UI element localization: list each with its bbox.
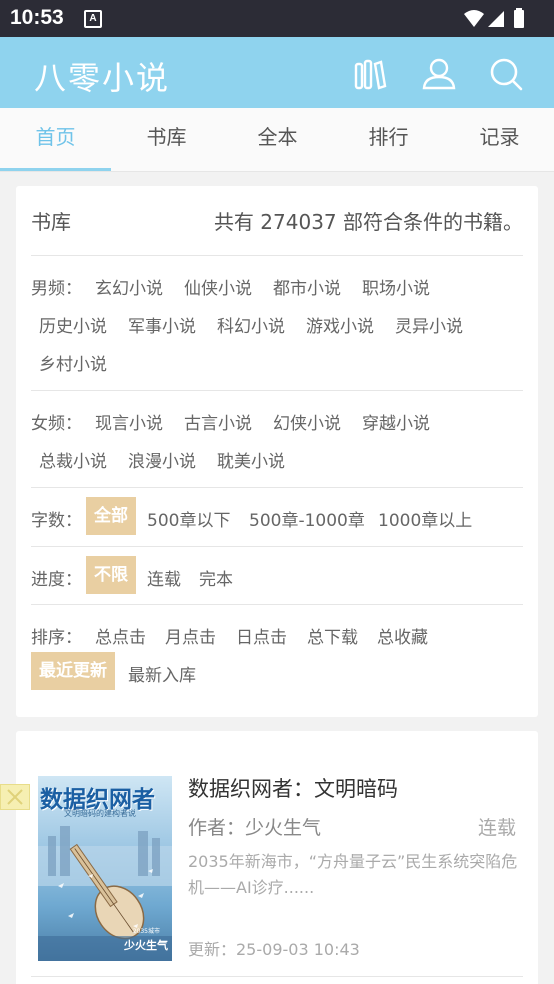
floating-close-icon[interactable] [0,784,30,810]
genre-option[interactable]: 耽美小说 [217,447,285,472]
genre-option[interactable]: 玄幻小说 [95,274,163,299]
sort-option[interactable]: 月点击 [165,623,216,648]
tab-home[interactable]: 首页 [0,108,111,171]
divider [31,255,523,256]
search-icon[interactable] [488,56,524,92]
book-updated: 更新：25-09-03 10:43 [188,940,360,959]
progress-option[interactable]: 连载 [147,565,181,590]
word-count-label: 字数： [31,511,82,531]
sort-option[interactable]: 总下载 [307,623,358,648]
genre-option[interactable]: 浪漫小说 [128,447,196,472]
divider [31,390,523,391]
tab-ranking[interactable]: 排行 [333,108,444,171]
app-logo: 八零小说 [34,59,171,97]
book-status: 连载 [477,817,516,839]
notification-icon: A [84,10,102,28]
status-time: 10:53 [10,6,64,29]
divider [31,546,523,547]
library-count: 共有 274037 部符合条件的书籍。 [213,210,523,234]
female-genre-label: 女频： [31,414,82,434]
sort-option[interactable]: 总收藏 [377,623,428,648]
genre-option[interactable]: 历史小说 [39,312,107,337]
sort-option-selected[interactable]: 最近更新 [31,652,115,690]
signal-icon [488,11,504,27]
male-genre-label: 男频： [31,279,82,299]
cover-author: 少火生气 [124,939,168,952]
progress-label: 进度： [31,570,82,590]
tab-complete[interactable]: 全本 [222,108,333,171]
genre-option[interactable]: 古言小说 [184,409,252,434]
book-cover[interactable]: 数据织网者 文明暗码的建构者说 2035城市 少火生气 [38,776,172,961]
user-icon[interactable] [421,56,457,92]
system-status-icons [464,8,524,28]
divider [31,487,523,488]
battery-icon [514,10,524,28]
genre-option[interactable]: 乡村小说 [39,350,107,375]
progress-option-selected[interactable]: 不限 [86,556,136,594]
word-count-option[interactable]: 1000章以上 [378,506,472,531]
book-description: 2035年新海市，“方舟量子云”民生系统突陷危机——AI诊疗...... [188,852,518,897]
app-header: 八零小说 [0,37,554,108]
genre-option[interactable]: 都市小说 [273,274,341,299]
sort-option[interactable]: 日点击 [236,623,287,648]
genre-option[interactable]: 穿越小说 [362,409,430,434]
library-title: 书库 [31,210,71,234]
sort-option[interactable]: 总点击 [95,623,146,648]
genre-option[interactable]: 职场小说 [362,274,430,299]
library-header: 书库 共有 274037 部符合条件的书籍。 [31,206,523,242]
word-count-option[interactable]: 500章以下 [147,506,230,531]
bookshelf-icon[interactable] [352,56,388,92]
book-list-card: 数据织网者 文明暗码的建构者说 2035城市 少火生气 数据织网者：文明暗码 作… [16,731,538,984]
sort-label: 排序： [31,628,82,648]
genre-option[interactable]: 仙侠小说 [184,274,252,299]
book-author: 作者：少火生气 [188,817,322,839]
tab-library[interactable]: 书库 [111,108,222,171]
progress-option[interactable]: 完本 [199,565,233,590]
genre-option[interactable]: 总裁小说 [39,447,107,472]
sort-option[interactable]: 最新入库 [128,661,196,686]
library-filter-card: 书库 共有 274037 部符合条件的书籍。 男频： 玄幻小说 仙侠小说 都市小… [16,186,538,717]
word-count-option[interactable]: 500章-1000章 [249,506,365,531]
book-title[interactable]: 数据织网者：文明暗码 [188,773,398,803]
word-count-option-selected[interactable]: 全部 [86,497,136,535]
status-bar: 10:53 A [0,0,554,37]
cover-year: 2035城市 [132,928,160,935]
cover-subtitle: 文明暗码的建构者说 [64,809,136,818]
wifi-icon [464,10,484,27]
genre-option[interactable]: 军事小说 [128,312,196,337]
divider [31,976,523,977]
genre-option[interactable]: 游戏小说 [306,312,374,337]
main-tabs: 首页 书库 全本 排行 记录 [0,108,554,172]
genre-option[interactable]: 灵异小说 [395,312,463,337]
tab-history[interactable]: 记录 [444,108,554,171]
divider [31,604,523,605]
genre-option[interactable]: 科幻小说 [217,312,285,337]
genre-option[interactable]: 现言小说 [95,409,163,434]
genre-option[interactable]: 幻侠小说 [273,409,341,434]
